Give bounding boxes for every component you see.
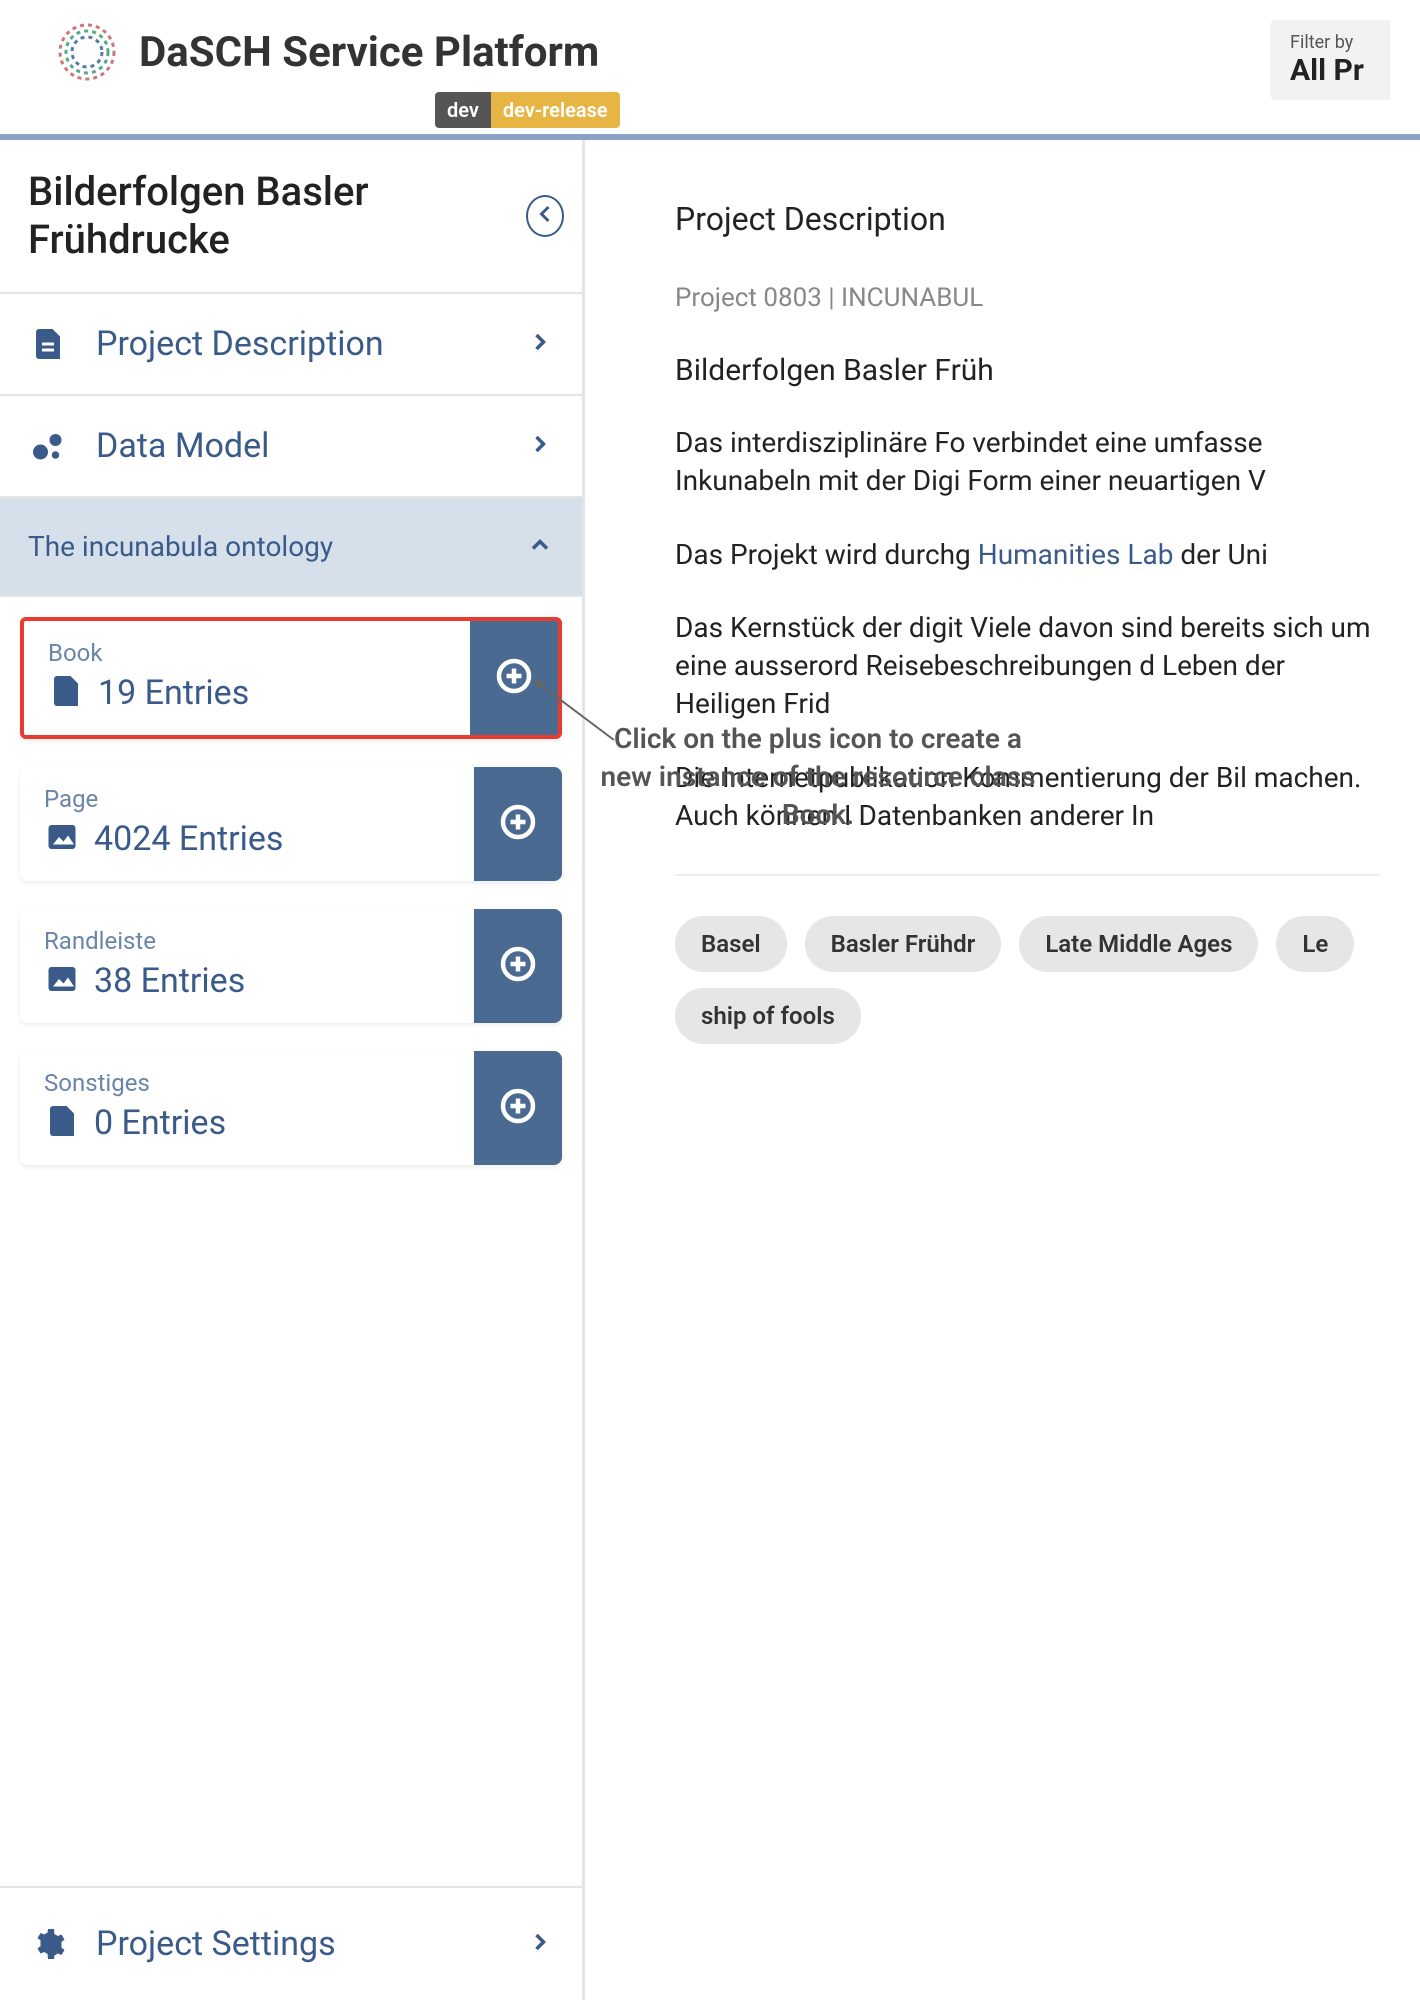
nav-project-description[interactable]: Project Description [0,294,582,396]
file-icon [44,1103,80,1143]
annotation-text: Click on the plus icon to create a new i… [598,720,1038,833]
paragraph: Das Kernstück der digit Viele davon sind… [675,609,1380,722]
content-area: Project Description Project 0803 | INCUN… [585,140,1420,2000]
resource-name: Page [44,785,450,813]
filter-label: Filter by [1290,32,1370,53]
add-page-button[interactable] [474,767,562,881]
resource-name: Book [48,639,446,667]
chip[interactable]: Basler Frühdr [805,916,1002,972]
humanities-lab-link[interactable]: Humanities Lab [978,538,1174,571]
keyword-chips: Basel Basler Frühdr Late Middle Ages Le … [675,874,1380,1044]
project-title: Bilderfolgen Basler Frühdrucke [28,168,526,264]
plus-circle-icon [496,658,532,698]
resource-list: Book 19 Entries Page 4024 Entries [0,597,582,1213]
nav-label: Project Description [96,324,526,364]
document-icon [28,324,68,364]
image-icon [44,819,80,859]
filter-value: All Pr [1290,53,1370,88]
content-heading: Project Description [675,200,1380,238]
resource-name: Sonstiges [44,1069,450,1097]
paragraph: Das Projekt wird durchg Humanities Lab d… [675,536,1380,574]
plus-circle-icon [500,1088,536,1128]
brand-logo [55,20,119,84]
paragraph: Das interdisziplinäre Fo verbindet eine … [675,424,1380,500]
nav-label: Project Settings [96,1924,526,1964]
add-sonstiges-button[interactable] [474,1051,562,1165]
nav-label: Data Model [96,426,526,466]
resource-count: 0 Entries [94,1103,226,1143]
resource-count: 19 Entries [98,673,249,713]
resource-card-book[interactable]: Book 19 Entries [20,617,562,739]
env-badges: dev dev-release [435,92,620,128]
badge-dev: dev [435,92,491,128]
resource-card-randleiste[interactable]: Randleiste 38 Entries [20,909,562,1023]
image-icon [44,961,80,1001]
chevron-up-icon [526,531,554,563]
resource-card-page[interactable]: Page 4024 Entries [20,767,562,881]
collapse-sidebar-button[interactable] [526,195,564,237]
chip[interactable]: Le [1276,916,1354,972]
project-name: Bilderfolgen Basler Früh [675,353,1380,388]
resource-count: 4024 Entries [94,819,283,859]
project-filter[interactable]: Filter by All Pr [1270,20,1390,100]
resource-card-sonstiges[interactable]: Sonstiges 0 Entries [20,1051,562,1165]
brand-title: DaSCH Service Platform [139,28,599,77]
app-header: DaSCH Service Platform dev dev-release F… [0,0,1420,140]
chevron-left-icon [531,200,559,232]
chevron-right-icon [526,328,554,360]
bubble-chart-icon [28,426,68,466]
chip[interactable]: Late Middle Ages [1019,916,1258,972]
add-randleiste-button[interactable] [474,909,562,1023]
badge-release: dev-release [491,92,620,128]
plus-circle-icon [500,946,536,986]
chevron-right-icon [526,1928,554,1960]
file-icon [48,673,84,713]
chip[interactable]: Basel [675,916,787,972]
chevron-right-icon [526,430,554,462]
resource-count: 38 Entries [94,961,245,1001]
ontology-title: The incunabula ontology [28,530,333,563]
nav-project-settings[interactable]: Project Settings [0,1886,582,2000]
chip[interactable]: ship of fools [675,988,861,1044]
plus-circle-icon [500,804,536,844]
ontology-toggle[interactable]: The incunabula ontology [0,498,582,597]
project-meta: Project 0803 | INCUNABUL [675,283,1380,313]
gear-icon [28,1924,68,1964]
resource-name: Randleiste [44,927,450,955]
sidebar: Bilderfolgen Basler Frühdrucke Project D… [0,140,585,2000]
nav-data-model[interactable]: Data Model [0,396,582,498]
